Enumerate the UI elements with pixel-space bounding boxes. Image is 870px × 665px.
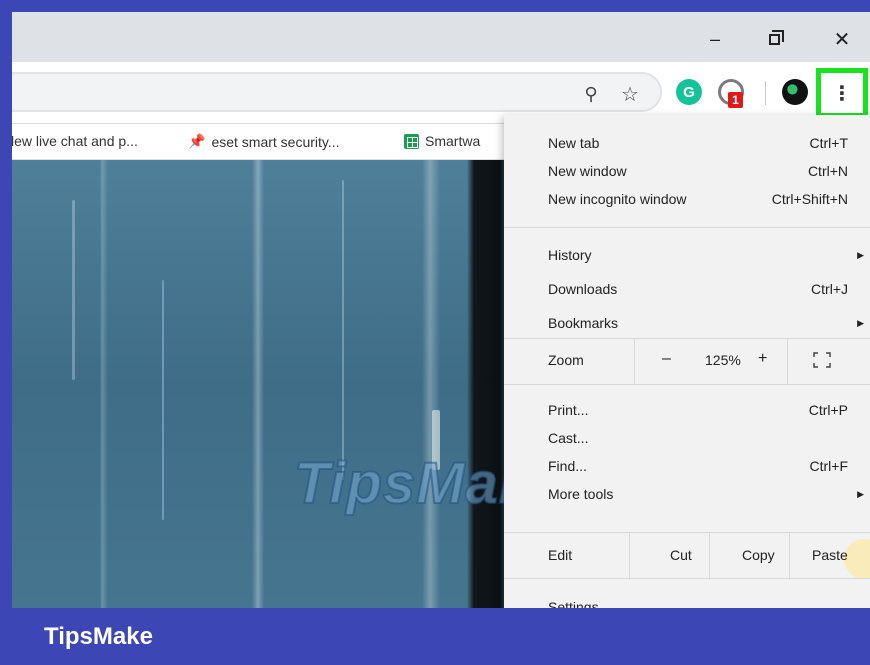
menu-separator xyxy=(504,384,870,385)
bookmark-item[interactable]: 📌 eset smart security... xyxy=(188,133,340,150)
menu-shortcut: Ctrl+N xyxy=(807,163,848,179)
browser-window: – ✕ ⚲ ☆ G 1 ⋮ lew live chat and p... 📌 es… xyxy=(12,12,870,608)
edit-label: Edit xyxy=(548,547,573,563)
caption-brand: TipsMake xyxy=(44,623,153,650)
edit-cell-divider xyxy=(629,532,630,578)
menu-shortcut: Ctrl+T xyxy=(809,135,849,151)
edit-cell-divider xyxy=(709,532,710,578)
cut-button[interactable]: Cut xyxy=(670,547,692,563)
spreadsheet-icon xyxy=(404,133,419,149)
bookmark-label: lew live chat and p... xyxy=(12,133,138,149)
submenu-arrow-icon: ▶ xyxy=(857,488,864,499)
menu-item-label: Bookmarks xyxy=(548,315,619,331)
wood-streak xyxy=(162,280,164,520)
bookmark-item[interactable]: Smartwa xyxy=(404,133,480,149)
restore-icon xyxy=(768,29,784,45)
wood-streak xyxy=(72,200,75,380)
wood-streak xyxy=(342,180,344,480)
edit-cell-divider xyxy=(789,532,790,578)
menu-item-label: New incognito window xyxy=(548,191,687,207)
menu-edit-row: Edit Cut Copy Paste xyxy=(504,532,870,579)
menu-item-label: Find... xyxy=(548,458,587,474)
submenu-arrow-icon: ▶ xyxy=(857,249,864,260)
fullscreen-icon[interactable] xyxy=(813,352,831,368)
screenshot-frame: – ✕ ⚲ ☆ G 1 ⋮ lew live chat and p... 📌 es… xyxy=(0,0,870,665)
paste-button[interactable]: Paste xyxy=(812,547,848,563)
pin-icon: 📌 xyxy=(188,133,206,149)
menu-separator xyxy=(504,227,870,228)
grammarly-extension-icon[interactable]: G xyxy=(676,79,702,105)
zoom-in-button[interactable]: + xyxy=(758,350,767,368)
bookmark-star-icon[interactable]: ☆ xyxy=(617,81,643,107)
menu-item-bookmarks[interactable]: Bookmarks ▶ xyxy=(504,311,870,335)
menu-shortcut: Ctrl+P xyxy=(808,402,848,418)
menu-item-label: History xyxy=(548,247,592,263)
menu-item-more-tools[interactable]: More tools ▶ xyxy=(504,482,870,506)
menu-item-settings[interactable]: Settings xyxy=(504,595,870,608)
menu-item-new-tab[interactable]: New tab Ctrl+T xyxy=(504,131,870,155)
toolbar-divider xyxy=(765,81,766,105)
zoom-magnifier-icon[interactable]: ⚲ xyxy=(578,81,604,107)
menu-item-label: New tab xyxy=(548,135,600,151)
chrome-main-menu: New tab Ctrl+T New window Ctrl+N New inc… xyxy=(504,115,870,608)
menu-item-find[interactable]: Find... Ctrl+F xyxy=(504,454,870,478)
menu-item-label: Print... xyxy=(548,402,589,418)
restore-button[interactable] xyxy=(761,26,787,52)
bookmark-label: eset smart security... xyxy=(211,133,340,150)
menu-shortcut: Ctrl+J xyxy=(811,281,848,297)
menu-item-cast[interactable]: Cast... xyxy=(504,426,870,450)
zoom-out-button[interactable]: – xyxy=(662,350,671,368)
menu-zoom-row: Zoom – 125% + xyxy=(504,338,870,384)
menu-item-history[interactable]: History ▶ xyxy=(504,243,870,267)
menu-shortcut: Ctrl+Shift+N xyxy=(771,191,848,207)
menu-item-downloads[interactable]: Downloads Ctrl+J xyxy=(504,277,870,301)
menu-shortcut: Ctrl+F xyxy=(809,458,849,474)
zoom-label: Zoom xyxy=(548,352,584,368)
menu-item-label: Cast... xyxy=(548,430,589,446)
extension-badge: 1 xyxy=(728,92,743,108)
zoom-cell-divider xyxy=(634,338,635,384)
profile-avatar-icon[interactable] xyxy=(782,79,808,105)
menu-item-print[interactable]: Print... Ctrl+P xyxy=(504,398,870,422)
menu-item-label: More tools xyxy=(548,486,614,502)
menu-item-label: Settings xyxy=(548,599,599,608)
menu-separator xyxy=(504,578,870,579)
copy-button[interactable]: Copy xyxy=(742,547,775,563)
chrome-menu-button[interactable]: ⋮ xyxy=(827,79,857,107)
address-bar[interactable]: ⚲ ☆ xyxy=(12,72,662,112)
title-bar: – ✕ xyxy=(12,12,870,62)
minimize-button[interactable]: – xyxy=(702,26,728,52)
zoom-level: 125% xyxy=(705,352,741,368)
caption-bar: TipsMake xyxy=(0,608,870,665)
zoom-cell-divider xyxy=(787,338,788,384)
bookmark-item[interactable]: lew live chat and p... xyxy=(12,133,138,149)
menu-item-new-window[interactable]: New window Ctrl+N xyxy=(504,159,870,183)
menu-item-label: New window xyxy=(548,163,627,179)
menu-item-label: Downloads xyxy=(548,281,618,297)
close-button[interactable]: ✕ xyxy=(829,26,855,52)
submenu-arrow-icon: ▶ xyxy=(857,317,864,328)
menu-item-new-incognito-window[interactable]: New incognito window Ctrl+Shift+N xyxy=(504,187,870,211)
bookmark-label: Smartwa xyxy=(425,133,481,149)
